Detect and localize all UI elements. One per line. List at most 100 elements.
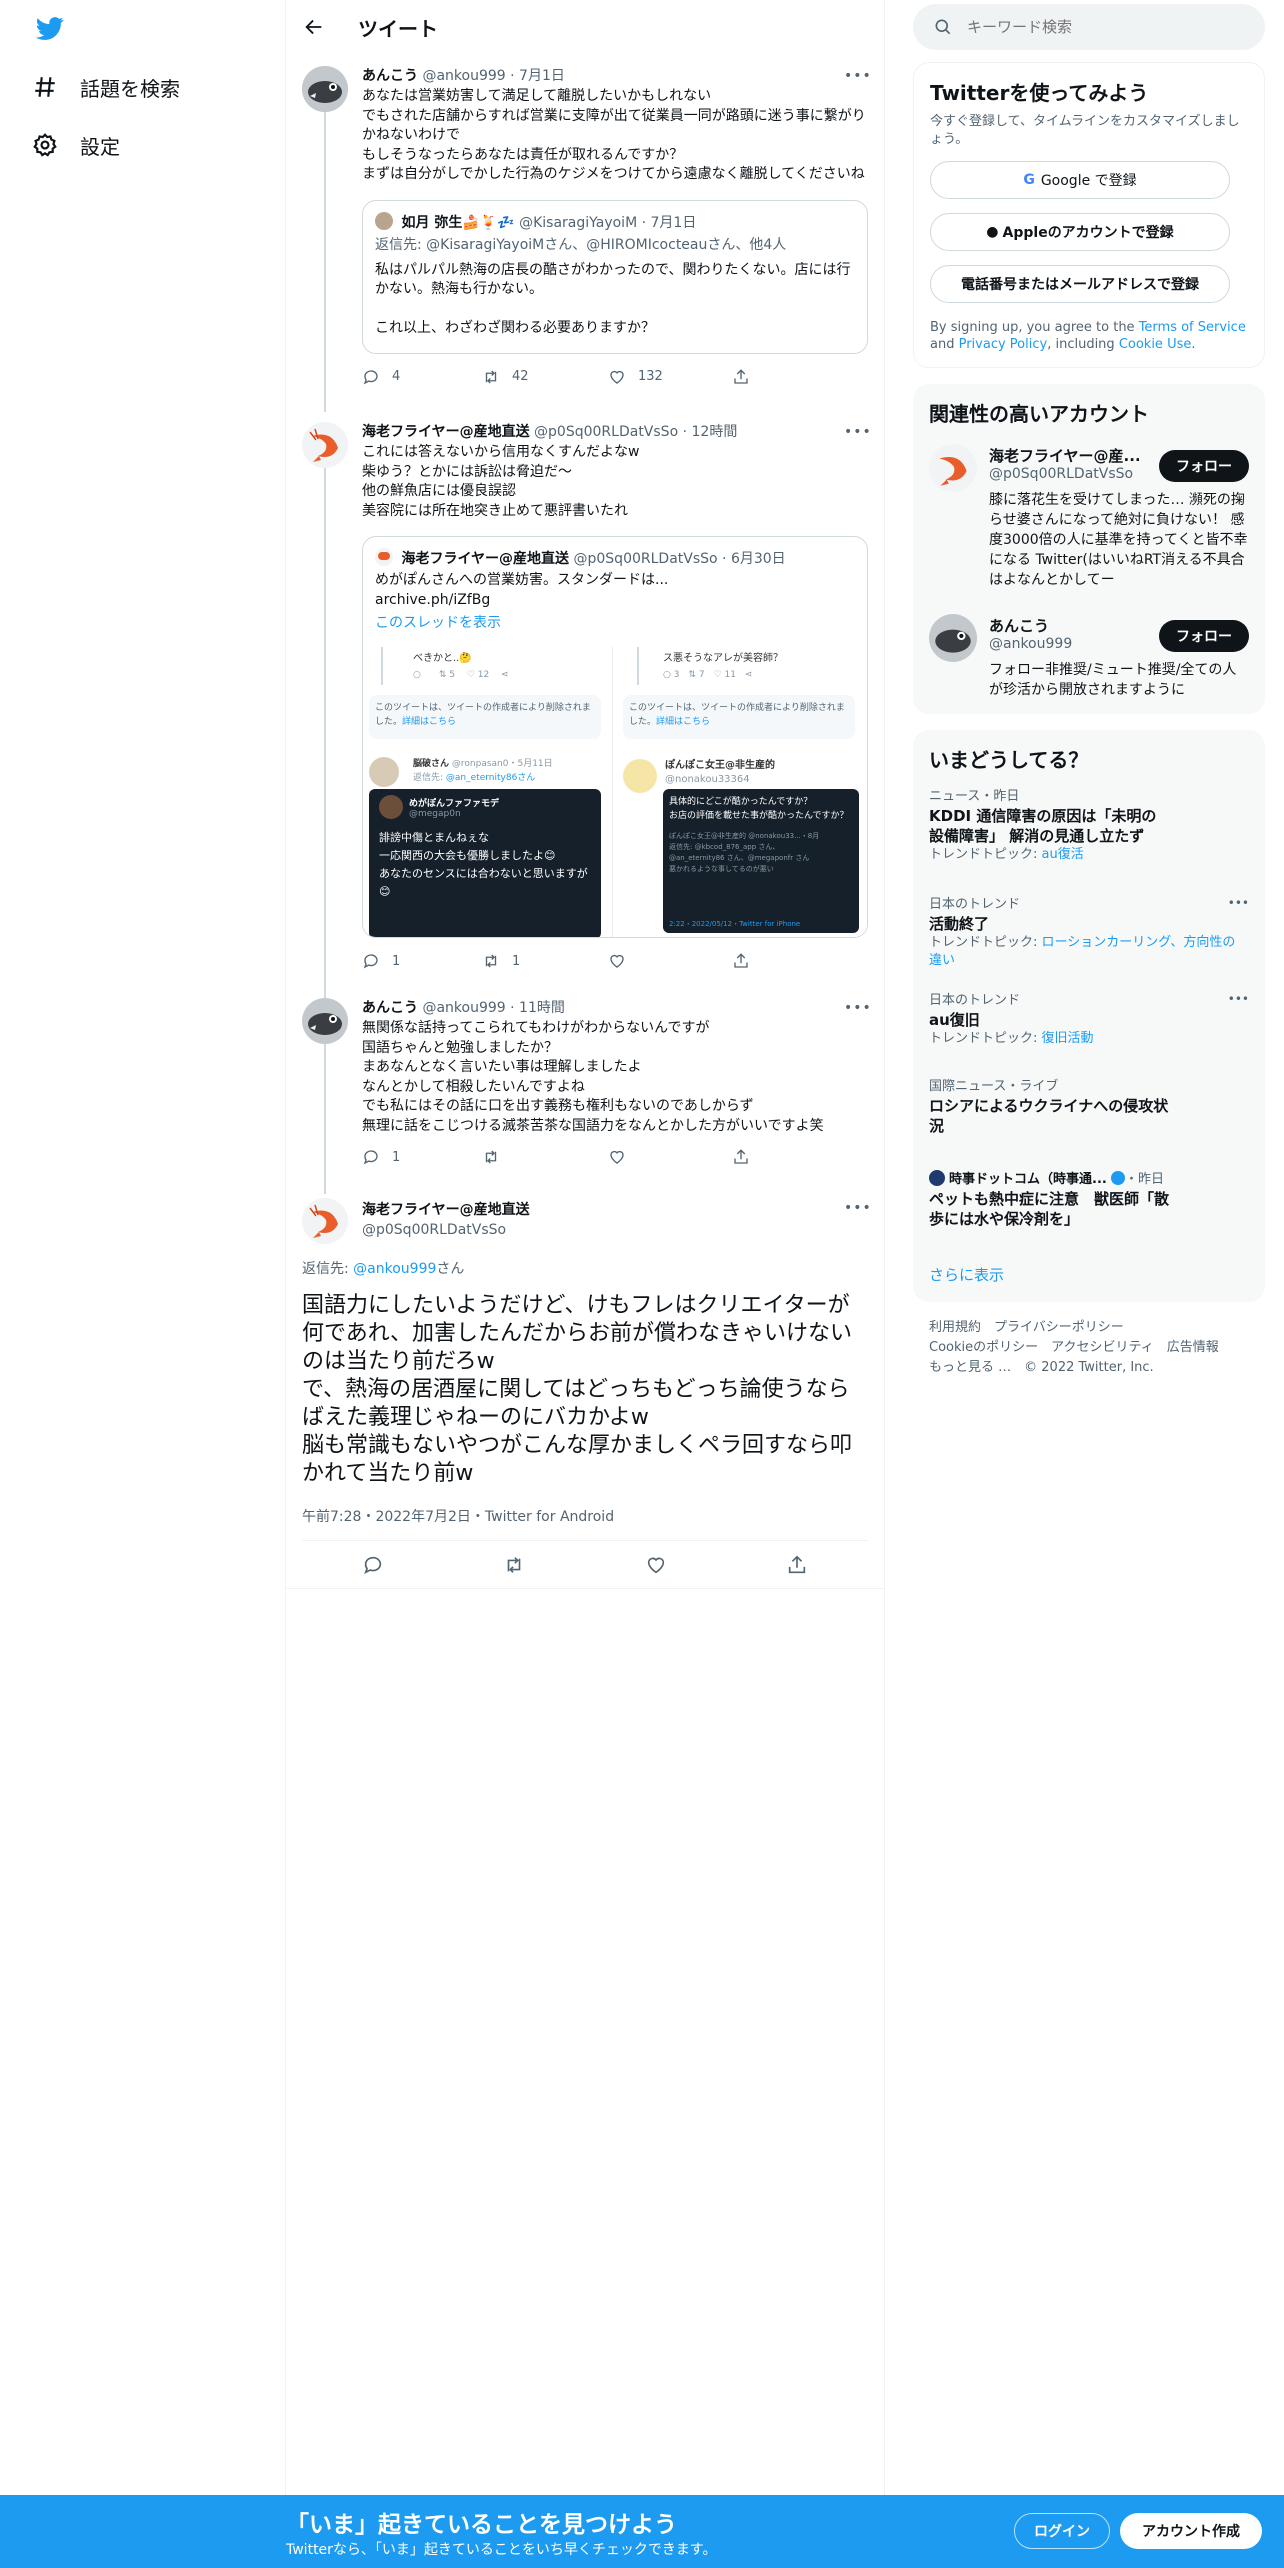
news-source: 時事ドットコム（時事通...: [949, 1172, 1107, 1187]
share-button[interactable]: [732, 950, 860, 972]
reply-button[interactable]: 1: [362, 1146, 490, 1168]
show-thread-link[interactable]: このスレッドを表示: [375, 613, 855, 633]
avatar[interactable]: [929, 444, 977, 492]
handle[interactable]: @p0Sq00RLDatVsSo: [362, 1220, 530, 1240]
image-text: 5: [449, 670, 455, 680]
apple-signup-label: Appleのアカウントで登録: [1002, 225, 1174, 241]
retweet-button[interactable]: [482, 1146, 610, 1168]
signup-button[interactable]: アカウント作成: [1120, 2513, 1262, 2549]
trend-topic[interactable]: au復活: [1042, 847, 1084, 862]
trend-topic-label: トレンドトピック:: [929, 1031, 1042, 1046]
tweet[interactable]: 海老フライヤー@産地直送 @p0Sq00RLDatVsSo · 12時間 これに…: [286, 410, 884, 1020]
footer-link[interactable]: 利用規約: [929, 1320, 981, 1335]
search-input[interactable]: [967, 18, 1217, 36]
retweet-icon: [485, 1150, 497, 1164]
twitter-logo-icon[interactable]: [33, 14, 67, 42]
display-name[interactable]: あんこう: [362, 1000, 418, 1016]
retweet-button[interactable]: 42: [482, 366, 610, 388]
follow-button[interactable]: フォロー: [1159, 450, 1249, 482]
trend-item[interactable]: 国際ニュース・ライブ ロシアによるウクライナへの侵攻状況: [929, 1078, 1249, 1136]
tweet[interactable]: あんこう @ankou999 · 11時間 無関係な話持ってこられてもわけがわか…: [286, 986, 884, 1194]
display-name[interactable]: あんこう: [362, 68, 418, 84]
account-name: あんこう: [989, 617, 1050, 635]
more-options-icon[interactable]: •••: [844, 1200, 871, 1220]
nav-settings[interactable]: 設定: [30, 120, 120, 170]
related-account[interactable]: あんこう @ankou999 フォロー フォロー非推奨/ミュート推奨/全ての人が…: [913, 614, 1265, 704]
trend-item[interactable]: 日本のトレンド 活動終了 トレンドトピック: ローションカーリング、方向性の違い…: [929, 896, 1249, 970]
trend-item[interactable]: 時事ドットコム（時事通... ・昨日 ペットも熱中症に注意 獣医師「散歩には水や…: [929, 1170, 1249, 1229]
like-button[interactable]: [608, 1146, 736, 1168]
footer-link[interactable]: Cookieのポリシー: [929, 1340, 1038, 1355]
reply-icon: [363, 954, 378, 969]
handle[interactable]: @ankou999: [422, 68, 505, 84]
apple-signup-button[interactable]: ● Appleのアカウントで登録: [930, 213, 1230, 251]
trend-item[interactable]: 日本のトレンド au復旧 トレンドトピック: 復旧活動 •••: [929, 992, 1249, 1048]
like-button[interactable]: 132: [608, 366, 736, 388]
related-account[interactable]: 海老フライヤー@産... @p0Sq00RLDatVsSo フォロー 膝に落花生…: [913, 444, 1265, 594]
display-name[interactable]: 海老フライヤー@産地直送: [362, 424, 530, 440]
heart-icon[interactable]: [645, 1554, 667, 1576]
bottom-subtitle: Twitterなら、「いま」起きていることをいち早くチェックできます。: [286, 2542, 717, 2558]
image-panel-right: ス悪そうなアレが美容師？ ○ 3 ⇅ 7 ♡ 11 ⋖ このツイートは、ツイート…: [619, 647, 867, 937]
share-button[interactable]: [732, 366, 860, 388]
share-icon[interactable]: [786, 1554, 808, 1576]
quote-image[interactable]: べきかと..🤔 ○ ⇅ 5 ♡ 12 ⋖ このツイートは、ツイートの作成者により…: [363, 647, 867, 937]
trend-title: 活動終了: [929, 915, 990, 933]
account-bio: フォロー非推奨/ミュート推奨/全ての人が珍活から開放されますように: [989, 662, 1237, 698]
share-button[interactable]: [732, 1146, 860, 1168]
retweet-button[interactable]: 1: [482, 950, 610, 972]
image-text: @an_eternity86さん: [445, 773, 536, 783]
tweet[interactable]: あんこう @ankou999 · 7月1日 あなたは営業妨害して満足して離脱した…: [286, 54, 884, 412]
avatar[interactable]: [929, 614, 977, 662]
show-more-link[interactable]: さらに表示: [929, 1264, 1004, 1285]
reply-button[interactable]: 1: [362, 950, 490, 972]
trend-topic[interactable]: 復旧活動: [1042, 1031, 1094, 1046]
divider: [286, 1588, 884, 1589]
quote-tweet[interactable]: 海老フライヤー@産地直送 @p0Sq00RLDatVsSo · 6月30日 めが…: [362, 536, 868, 938]
reply-to-handle[interactable]: @ankou999: [353, 1261, 436, 1277]
reply-button[interactable]: 4: [362, 366, 490, 388]
news-source-avatar: [929, 1170, 945, 1186]
avatar[interactable]: [302, 998, 348, 1044]
terms-link[interactable]: Terms of Service: [1139, 320, 1246, 335]
handle[interactable]: @p0Sq00RLDatVsSo: [534, 424, 678, 440]
more-options-icon[interactable]: •••: [844, 68, 871, 88]
phone-signup-button[interactable]: 電話番号またはメールアドレスで登録: [930, 265, 1230, 303]
account-name: 海老フライヤー@産...: [989, 447, 1139, 465]
search-box[interactable]: [913, 4, 1265, 50]
retweet-icon[interactable]: [503, 1554, 525, 1576]
privacy-link[interactable]: Privacy Policy: [959, 337, 1048, 352]
footer-link[interactable]: 広告情報: [1167, 1340, 1219, 1355]
nav-explore[interactable]: 話題を検索: [30, 62, 180, 112]
footer-link[interactable]: もっと見る …: [929, 1360, 1011, 1375]
image-text: ぽんぽこ女王@非生産的 @nonakou33...・8月 返信先: @kbcod…: [669, 832, 820, 873]
more-options-icon[interactable]: •••: [844, 1000, 871, 1020]
avatar[interactable]: [302, 422, 348, 468]
reply-icon[interactable]: [362, 1554, 384, 1576]
timestamp[interactable]: 11時間: [519, 1000, 565, 1016]
back-arrow-icon[interactable]: [302, 15, 326, 39]
trend-item[interactable]: ニュース・昨日 KDDI 通信障害の原因は「未明の設備障害」 解消の見通し立たず…: [929, 788, 1249, 864]
avatar[interactable]: [302, 66, 348, 112]
google-signup-button[interactable]: G Google で登録: [930, 161, 1230, 199]
main-column: ツイート あんこう @ankou999 · 7月1日 あなたは営業妨害して満足し…: [285, 0, 885, 2500]
tweet-text: これには答えないから信用なくすんだよなw 柴ゆう？とかには訴訟は脅迫だ〜 他の鮮…: [362, 444, 640, 519]
cookie-link[interactable]: Cookie Use: [1119, 337, 1192, 352]
timestamp[interactable]: 12時間: [692, 424, 738, 440]
more-options-icon[interactable]: •••: [1228, 992, 1249, 1006]
trend-title: au復旧: [929, 1011, 980, 1029]
quote-tweet[interactable]: 如月 弥生🍰🍹💤 @KisaragiYayoiM · 7月1日 返信先: @Ki…: [362, 199, 868, 354]
quote-display-name: 如月 弥生🍰🍹💤: [401, 214, 515, 231]
like-count: 132: [638, 369, 663, 384]
display-name[interactable]: 海老フライヤー@産地直送: [362, 1200, 530, 1220]
timestamp[interactable]: 7月1日: [519, 68, 565, 84]
like-button[interactable]: [608, 950, 736, 972]
more-options-icon[interactable]: •••: [844, 424, 871, 444]
more-options-icon[interactable]: •••: [1228, 896, 1249, 910]
footer-link[interactable]: アクセシビリティ: [1051, 1340, 1154, 1355]
footer-link[interactable]: プライバシーポリシー: [994, 1320, 1124, 1335]
avatar[interactable]: [302, 1198, 348, 1244]
follow-button[interactable]: フォロー: [1159, 620, 1249, 652]
login-button[interactable]: ログイン: [1014, 2513, 1110, 2549]
handle[interactable]: @ankou999: [422, 1000, 505, 1016]
